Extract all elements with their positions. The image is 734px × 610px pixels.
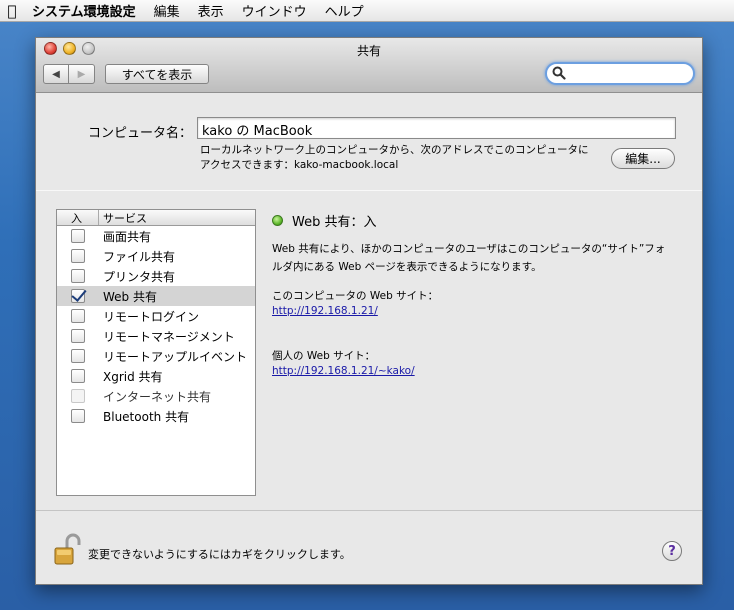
checkbox-cell [57, 349, 99, 363]
service-row[interactable]: リモートマネージメント [57, 326, 255, 346]
service-row[interactable]: ファイル共有 [57, 246, 255, 266]
checkbox-cell [57, 369, 99, 383]
service-checkbox[interactable] [71, 349, 85, 363]
service-label: Web 共有 [103, 289, 157, 304]
service-list[interactable]: 入 サービス 画面共有ファイル共有 プリンタ共有 Web 共有リモートログインリモー… [56, 209, 256, 496]
back-arrow-icon[interactable]: ◀ [43, 64, 69, 84]
service-row[interactable]: 画面共有 [57, 226, 255, 246]
checkbox-cell [57, 229, 99, 243]
service-row[interactable]: Bluetooth 共有 [57, 406, 255, 426]
service-checkbox[interactable] [71, 369, 85, 383]
service-row[interactable]: プリンタ共有 [57, 266, 255, 286]
checkbox-cell [57, 309, 99, 323]
service-row[interactable]: Xgrid 共有 [57, 366, 255, 386]
menu-app-name[interactable]: システム環境設定 [32, 1, 136, 20]
computer-name-input[interactable]: kako の MacBook [197, 117, 676, 139]
service-label: ファイル共有 [103, 249, 176, 264]
checkbox-cell [57, 289, 99, 303]
search-field[interactable] [545, 62, 695, 85]
service-checkbox[interactable] [71, 309, 85, 323]
menu-edit[interactable]: 編集 [154, 1, 180, 20]
address-desc-line1: ローカルネットワーク上のコンピュータから、次のアドレスでこのコンピュータに [200, 144, 589, 156]
service-label: インターネット共有 [103, 389, 212, 404]
column-on[interactable]: 入 [57, 210, 99, 225]
service-desc-line1: Web 共有により、ほかのコンピュータのユーザはこのコンピュータの“サイト”フォ [272, 243, 666, 255]
lock-message: 変更できないようにするにはカギをクリックします。 [88, 548, 351, 561]
checkbox-cell [57, 409, 99, 423]
apple-icon[interactable]:  [2, 2, 22, 20]
service-checkbox[interactable] [71, 409, 85, 423]
service-checkbox [71, 389, 85, 403]
edit-button[interactable]: 編集... [611, 148, 675, 169]
service-label: Bluetooth 共有 [103, 409, 190, 424]
show-all-button[interactable]: すべてを表示 [105, 64, 209, 84]
service-checkbox[interactable] [71, 249, 85, 263]
status-indicator-icon [272, 215, 283, 226]
checkbox-cell [57, 389, 99, 403]
service-label: 画面共有 [103, 229, 152, 244]
service-desc-line2: ルダ内にある Web ページを表示できるようになります。 [272, 261, 542, 273]
column-service[interactable]: サービス [99, 210, 147, 225]
nav-buttons: ◀ ▶ [43, 64, 95, 84]
service-description: Web 共有により、ほかのコンピュータのユーザはこのコンピュータの“サイト”フォ… [272, 240, 692, 276]
service-label: Xgrid 共有 [103, 369, 163, 384]
service-label: プリンタ共有 [103, 269, 176, 284]
service-row[interactable]: Web 共有 [57, 286, 255, 306]
checkbox-cell [57, 249, 99, 263]
computer-name-label: コンピュータ名： [88, 126, 193, 141]
footer-divider [36, 510, 702, 511]
service-checkbox[interactable] [71, 269, 85, 283]
service-row[interactable]: リモートアップルイベント [57, 346, 255, 366]
help-button[interactable]: ? [662, 541, 682, 561]
service-row[interactable]: インターネット共有 [57, 386, 255, 406]
service-label: リモートアップルイベント [103, 349, 248, 364]
sharing-window: 共有 ◀ ▶ すべてを表示 コンピュータ名： kako の MacBook ロー… [35, 37, 703, 585]
computer-address-description: ローカルネットワーク上のコンピュータから、次のアドレスでこのコンピュータに アク… [200, 143, 620, 173]
lock-icon[interactable] [53, 533, 81, 567]
service-checkbox[interactable] [71, 289, 85, 303]
title-bar: 共有 ◀ ▶ すべてを表示 [36, 38, 702, 93]
menu-help[interactable]: ヘルプ [325, 1, 364, 20]
menu-window[interactable]: ウインドウ [242, 1, 307, 20]
menu-bar:  システム環境設定 編集 表示 ウインドウ ヘルプ [0, 0, 734, 22]
checkbox-cell [57, 269, 99, 283]
search-icon [552, 66, 566, 80]
computer-site-label: このコンピュータの Web サイト： [272, 290, 439, 302]
section-divider [36, 190, 702, 191]
computer-site-link[interactable]: http://192.168.1.21/ [272, 305, 378, 317]
service-label: リモートマネージメント [103, 329, 235, 344]
menu-view[interactable]: 表示 [198, 1, 224, 20]
forward-arrow-icon[interactable]: ▶ [69, 64, 95, 84]
service-row[interactable]: リモートログイン [57, 306, 255, 326]
service-status: Web 共有：入 [292, 215, 377, 230]
personal-site-label: 個人の Web サイト： [272, 350, 376, 362]
service-checkbox[interactable] [71, 229, 85, 243]
checkbox-cell [57, 329, 99, 343]
address-desc-line2: アクセスできます：kako-macbook.local [200, 159, 399, 171]
personal-site-link[interactable]: http://192.168.1.21/~kako/ [272, 365, 415, 377]
service-checkbox[interactable] [71, 329, 85, 343]
service-list-header: 入 サービス [57, 210, 255, 226]
window-title: 共有 [356, 44, 381, 58]
service-label: リモートログイン [103, 309, 200, 324]
